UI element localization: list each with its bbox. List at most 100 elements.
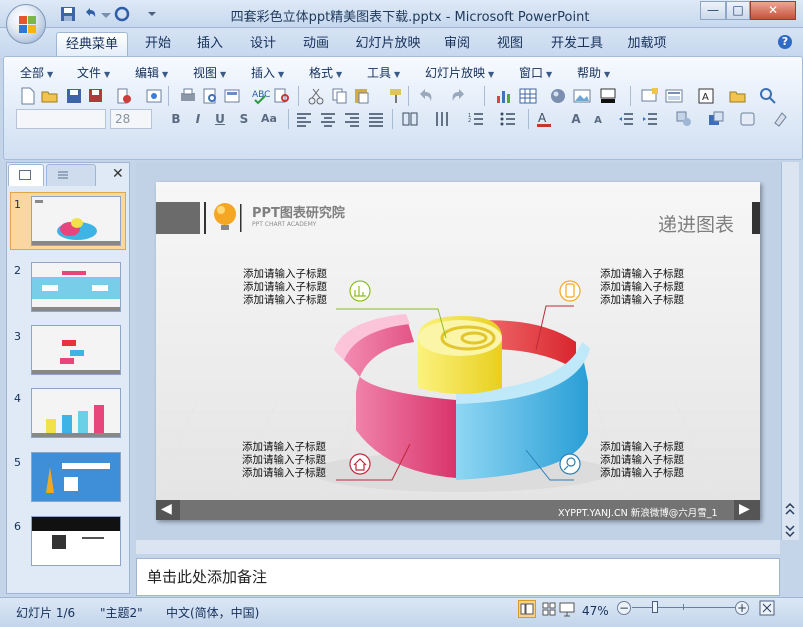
menu-help[interactable]: 帮助 ▼ [577, 64, 610, 81]
print-icon[interactable] [178, 86, 198, 106]
save-as-icon[interactable] [86, 86, 106, 106]
bold-button[interactable]: B [166, 109, 186, 129]
slideshow-view-icon[interactable] [558, 600, 576, 618]
attach-icon[interactable] [144, 86, 164, 106]
shadow-button[interactable]: S [234, 109, 254, 129]
decrease-indent-icon[interactable] [616, 109, 636, 129]
bullets-icon[interactable] [498, 109, 518, 129]
slide-layout-icon[interactable] [664, 86, 684, 106]
horizontal-scrollbar[interactable] [136, 540, 780, 554]
tab-slideshow[interactable]: 幻灯片放映 [352, 32, 424, 56]
redo-icon[interactable] [448, 86, 468, 106]
char-spacing-button[interactable]: Aa [258, 109, 280, 129]
clipart-icon[interactable] [548, 86, 568, 106]
copy-icon[interactable] [330, 86, 350, 106]
redo-icon[interactable] [114, 6, 130, 22]
menu-slideshow[interactable]: 幻灯片放映 ▼ [425, 64, 494, 81]
fit-to-window-icon[interactable] [759, 600, 775, 616]
find-icon[interactable] [758, 86, 778, 106]
slide-sorter-icon[interactable] [540, 600, 558, 618]
slide-thumbnail-3[interactable] [31, 325, 121, 375]
permission-icon[interactable] [114, 86, 134, 106]
undo-icon[interactable] [416, 86, 436, 106]
tab-classic-menu[interactable]: 经典菜单 [56, 32, 128, 56]
print-preview-icon[interactable] [200, 86, 220, 106]
numbering-icon[interactable]: 12 [466, 109, 486, 129]
italic-button[interactable]: I [188, 109, 208, 129]
slide-canvas[interactable]: PPT图表研究院 PPT CHART ACADEMY 递进图表 添加请输入子标题… [156, 182, 760, 520]
zoom-slider-track[interactable] [632, 607, 736, 608]
shapes-icon[interactable] [674, 109, 694, 129]
cut-icon[interactable] [306, 86, 326, 106]
zoom-out-button[interactable]: − [617, 601, 631, 615]
text-box-icon[interactable]: A [696, 86, 716, 106]
tab-developer[interactable]: 开发工具 [545, 32, 609, 56]
maximize-button[interactable]: □ [726, 1, 750, 20]
menu-view[interactable]: 视图 ▼ [193, 64, 226, 81]
slides-tab[interactable] [8, 164, 44, 186]
customize-toolbar-icon[interactable] [144, 6, 160, 22]
insert-chart-icon[interactable] [494, 86, 514, 106]
new-slide-icon[interactable] [640, 86, 660, 106]
help-icon[interactable]: ? [778, 35, 792, 49]
zoom-slider-thumb[interactable] [652, 601, 658, 613]
close-button[interactable]: ✕ [750, 1, 796, 20]
layout-icon[interactable] [222, 86, 242, 106]
align-center-icon[interactable] [318, 109, 338, 129]
save-icon[interactable] [60, 6, 76, 22]
slide-thumbnail-2[interactable] [31, 262, 121, 312]
minimize-button[interactable]: — [700, 1, 726, 20]
tab-addins[interactable]: 加载项 [622, 32, 672, 56]
format-painter-icon[interactable] [386, 86, 406, 106]
outline-tab[interactable] [46, 164, 96, 186]
menu-insert[interactable]: 插入 ▼ [251, 64, 284, 81]
page-nav-icon[interactable] [784, 502, 796, 538]
underline-button[interactable]: U [210, 109, 230, 129]
open-folder-icon[interactable] [728, 86, 748, 106]
research-icon[interactable] [272, 86, 292, 106]
open-folder-icon[interactable] [40, 86, 60, 106]
prev-slide-button[interactable]: ◀ [161, 501, 172, 517]
zoom-level[interactable]: 47% [582, 604, 609, 618]
vertical-scrollbar[interactable] [781, 162, 799, 540]
undo-dropdown-icon[interactable] [98, 6, 114, 22]
arrange-icon[interactable] [706, 109, 726, 129]
normal-view-icon[interactable] [518, 600, 536, 618]
save-icon[interactable] [64, 86, 84, 106]
shape-fill-icon[interactable] [770, 109, 790, 129]
shrink-font-button[interactable]: A [590, 111, 606, 129]
paste-icon[interactable] [352, 86, 372, 106]
fill-color-icon[interactable] [598, 86, 618, 106]
text-direction-icon[interactable] [432, 109, 452, 129]
slide-thumbnail-4[interactable] [31, 388, 121, 438]
menu-tools[interactable]: 工具 ▼ [367, 64, 400, 81]
tab-view[interactable]: 视图 [490, 32, 530, 56]
next-slide-button[interactable]: ▶ [739, 501, 750, 517]
status-language[interactable]: 中文(简体，中国) [166, 604, 259, 621]
zoom-in-button[interactable]: + [735, 601, 749, 615]
slide-thumbnail-5[interactable] [31, 452, 121, 502]
align-right-icon[interactable] [342, 109, 362, 129]
tab-home[interactable]: 开始 [138, 32, 178, 56]
grow-font-button[interactable]: A [566, 109, 586, 129]
justify-icon[interactable] [366, 109, 386, 129]
quick-styles-icon[interactable] [738, 109, 758, 129]
tab-design[interactable]: 设计 [243, 32, 283, 56]
menu-window[interactable]: 窗口 ▼ [519, 64, 552, 81]
insert-table-icon[interactable] [518, 86, 538, 106]
menu-file[interactable]: 文件 ▼ [77, 64, 110, 81]
tab-review[interactable]: 审阅 [437, 32, 477, 56]
new-file-icon[interactable] [18, 86, 38, 106]
menu-edit[interactable]: 编辑 ▼ [135, 64, 168, 81]
notes-pane[interactable]: 单击此处添加备注 [136, 558, 780, 596]
columns-icon[interactable] [400, 109, 420, 129]
font-name-combo[interactable] [16, 109, 106, 129]
font-color-icon[interactable]: A [534, 109, 554, 129]
undo-icon[interactable] [82, 6, 98, 22]
slide-thumbnail-6[interactable] [31, 516, 121, 566]
font-size-combo[interactable]: 28 [110, 109, 152, 129]
picture-icon[interactable] [572, 86, 592, 106]
align-left-icon[interactable] [294, 109, 314, 129]
slide-thumbnail-1[interactable] [31, 196, 121, 246]
menu-all[interactable]: 全部 ▼ [20, 64, 53, 81]
